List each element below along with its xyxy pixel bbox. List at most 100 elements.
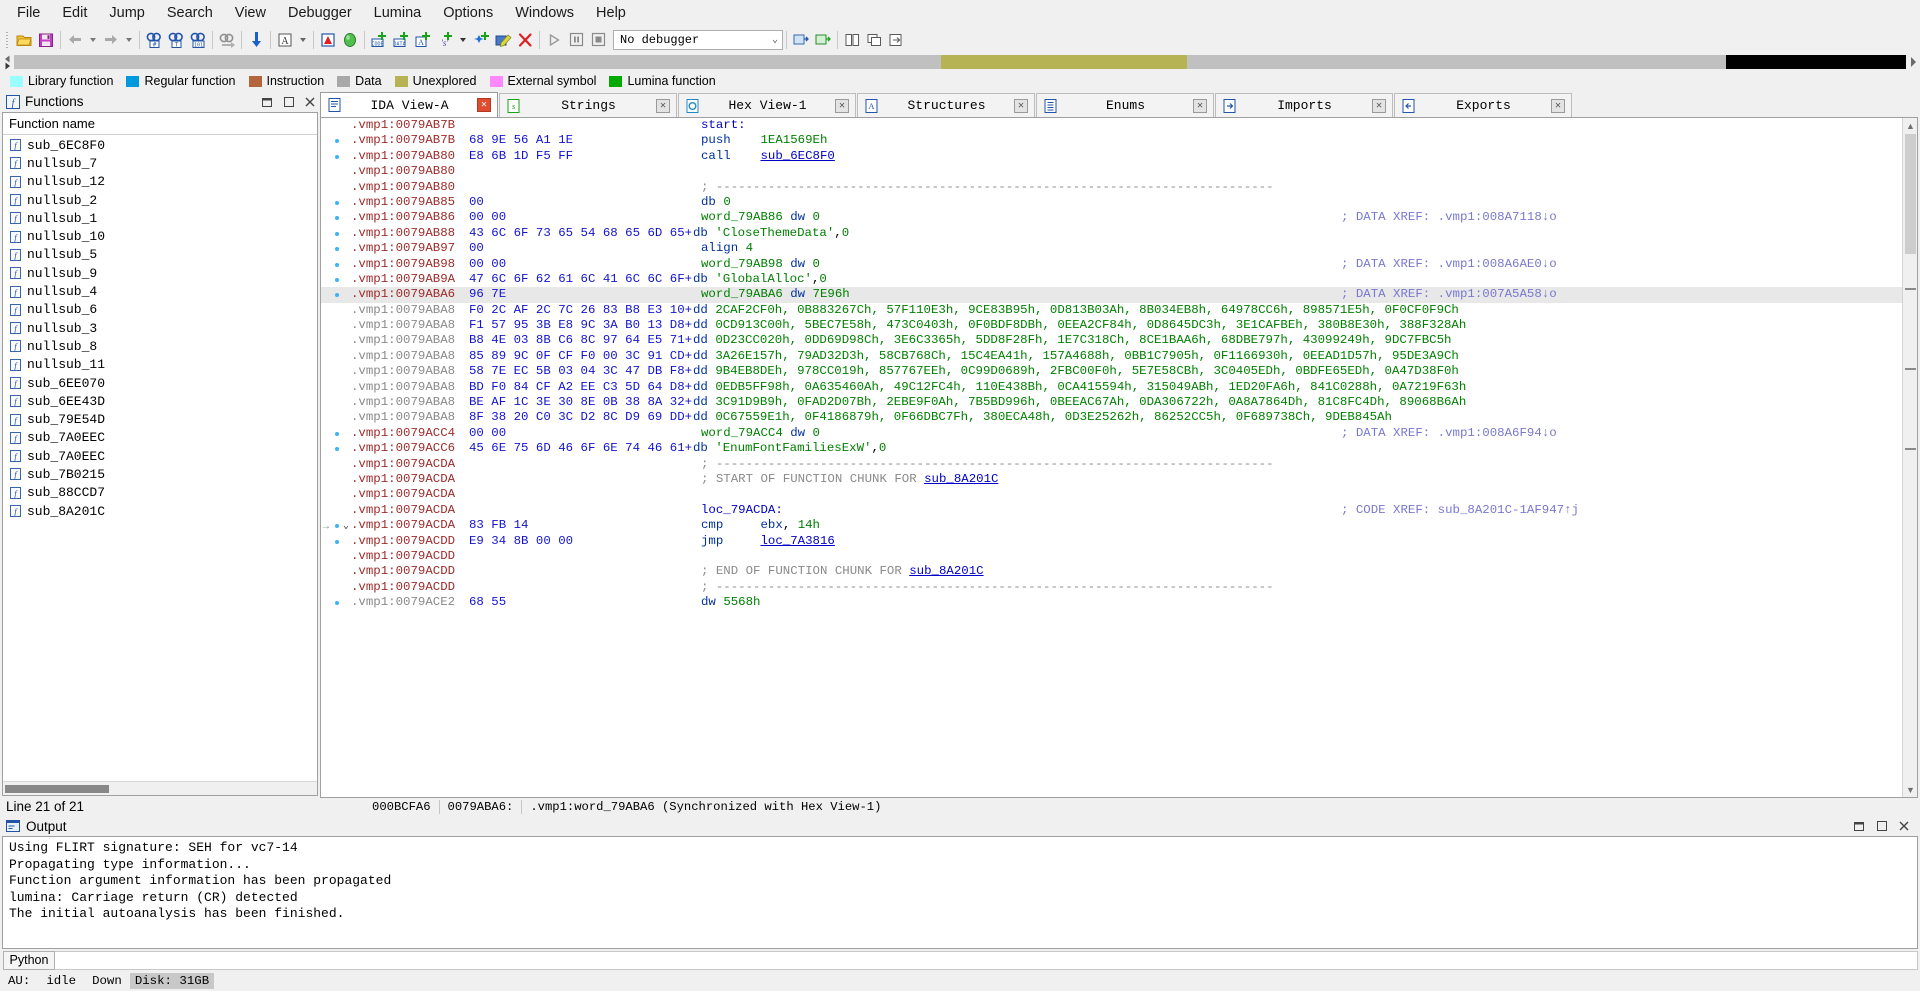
delete-icon[interactable] (514, 29, 536, 51)
tab-close-icon[interactable]: ✕ (835, 99, 849, 113)
warning-icon[interactable] (317, 29, 339, 51)
forward-arrow-icon[interactable] (100, 29, 122, 51)
tab-close-icon[interactable]: ✕ (1551, 99, 1565, 113)
tab-close-icon[interactable]: ✕ (1193, 99, 1207, 113)
disassembly-line[interactable]: .vmp1:0079ACDA (321, 487, 1902, 502)
disassembly-line[interactable]: .vmp1:0079ABA885 89 9C 0F CF F0 00 3C 91… (321, 349, 1902, 364)
tile-icon[interactable] (841, 29, 863, 51)
list-item[interactable]: fnullsub_10 (3, 227, 317, 245)
disassembly-line[interactable]: .vmp1:0079AB8500db 0 (321, 195, 1902, 210)
python-input[interactable] (55, 951, 1918, 970)
make-unknown-icon[interactable] (470, 29, 492, 51)
nav-scroll-right[interactable] (1906, 53, 1920, 71)
disassembly-line[interactable]: .vmp1:0079ABA8F1 57 95 3B E8 9C 3A B0 13… (321, 318, 1902, 333)
tab-strings[interactable]: sStrings✕ (499, 93, 677, 117)
tab-close-icon[interactable]: ✕ (477, 98, 491, 112)
toolbar-grip[interactable] (4, 30, 11, 50)
tab-exports[interactable]: Exports✕ (1394, 93, 1572, 117)
disassembly-line[interactable]: .vmp1:0079AB7B68 9E 56 A1 1Epush 1EA1569… (321, 133, 1902, 148)
back-arrow-icon[interactable] (64, 29, 86, 51)
disassembly-line[interactable]: .vmp1:0079AB8600 00word_79AB86 dw 0; DAT… (321, 210, 1902, 225)
make-ascii-icon[interactable]: A (412, 29, 434, 51)
disassembly-line[interactable]: .vmp1:0079ABA858 7E EC 5B 03 04 3C 47 DB… (321, 364, 1902, 379)
functions-column-header[interactable]: Function name (3, 113, 317, 135)
struct-dropdown-icon[interactable] (456, 29, 470, 51)
output-undock-button[interactable] (1852, 818, 1868, 834)
stop-icon[interactable] (587, 29, 609, 51)
ascii-dropdown-icon[interactable] (296, 29, 310, 51)
menu-edit[interactable]: Edit (51, 3, 98, 23)
functions-hscrollbar-thumb[interactable] (5, 785, 109, 793)
search-hash-icon[interactable]: # (143, 29, 165, 51)
disassembly-line[interactable]: .vmp1:0079AB80 (321, 164, 1902, 179)
list-item[interactable]: fnullsub_12 (3, 173, 317, 191)
next-window-icon[interactable] (885, 29, 907, 51)
disassembly-line[interactable]: .vmp1:0079ACDD; END OF FUNCTION CHUNK FO… (321, 564, 1902, 579)
tab-close-icon[interactable]: ✕ (1372, 99, 1386, 113)
tab-close-icon[interactable]: ✕ (1014, 99, 1028, 113)
run-icon[interactable] (543, 29, 565, 51)
menu-windows[interactable]: Windows (504, 3, 585, 23)
menu-file[interactable]: File (6, 3, 51, 23)
disassembly-line[interactable]: .vmp1:0079ACDD (321, 549, 1902, 564)
tab-ida-view-a[interactable]: IDA View-A✕ (320, 92, 498, 117)
green-circle-icon[interactable] (339, 29, 361, 51)
disassembly-line[interactable]: →⌄.vmp1:0079ACDA83 FB 14cmp ebx, 14h (321, 518, 1902, 533)
disassembly-line[interactable]: .vmp1:0079ABA88F 38 20 C0 3C D2 8C D9 69… (321, 410, 1902, 425)
scroll-up-icon[interactable]: ▲ (1903, 118, 1918, 133)
output-log[interactable]: Using FLIRT signature: SEH for vc7-14Pro… (2, 836, 1918, 949)
list-item[interactable]: fnullsub_11 (3, 356, 317, 374)
refresh-icon[interactable] (812, 29, 834, 51)
tab-enums[interactable]: Enums✕ (1036, 93, 1214, 117)
debugger-select[interactable]: No debugger ⌄ (613, 30, 783, 50)
disassembly-line[interactable]: .vmp1:0079AB9800 00word_79AB98 dw 0; DAT… (321, 257, 1902, 272)
list-item[interactable]: fsub_6EC8F0 (3, 136, 317, 154)
disassembly-line[interactable]: .vmp1:0079ACC400 00word_79ACC4 dw 0; DAT… (321, 426, 1902, 441)
disassembly-view[interactable]: .vmp1:0079AB7Bstart:.vmp1:0079AB7B68 9E … (321, 118, 1902, 797)
disassembly-line[interactable]: .vmp1:0079ACDA; ------------------------… (321, 457, 1902, 472)
disassembly-line[interactable]: .vmp1:0079ABA8BD F0 84 CF A2 EE C3 5D 64… (321, 380, 1902, 395)
list-item[interactable]: fsub_7A0EEC (3, 429, 317, 447)
menu-jump[interactable]: Jump (98, 3, 155, 23)
cascade-icon[interactable] (863, 29, 885, 51)
list-item[interactable]: fnullsub_6 (3, 301, 317, 319)
list-item[interactable]: fsub_6EE43D (3, 392, 317, 410)
disassembly-line[interactable]: .vmp1:0079AB80; ------------------------… (321, 180, 1902, 195)
disassembly-line[interactable]: .vmp1:0079ABA8BE AF 1C 3E 30 8E 0B 38 8A… (321, 395, 1902, 410)
output-close-icon[interactable] (1896, 818, 1912, 834)
disassembly-line[interactable]: .vmp1:0079ABA696 7Eword_79ABA6 dw 7E96h;… (321, 287, 1902, 302)
disassembly-line[interactable]: .vmp1:0079ACDDE9 34 8B 00 00jmp loc_7A38… (321, 534, 1902, 549)
python-prompt-button[interactable]: Python (3, 951, 55, 970)
tab-close-icon[interactable]: ✕ (656, 99, 670, 113)
output-maximize-button[interactable] (1874, 818, 1890, 834)
disassembly-vscrollbar[interactable]: ▲ ▼ (1902, 118, 1917, 797)
undock-button[interactable] (260, 94, 276, 110)
menu-search[interactable]: Search (156, 3, 224, 23)
search-text-icon[interactable]: T (165, 29, 187, 51)
menu-debugger[interactable]: Debugger (277, 3, 363, 23)
list-item[interactable]: fnullsub_4 (3, 282, 317, 300)
maximize-button[interactable] (281, 94, 297, 110)
make-code-icon[interactable]: CODE (368, 29, 390, 51)
menu-help[interactable]: Help (585, 3, 637, 23)
scroll-down-icon[interactable]: ▼ (1903, 782, 1918, 797)
disassembly-line[interactable]: .vmp1:0079AB80E8 6B 1D F5 FFcall sub_6EC… (321, 149, 1902, 164)
list-item[interactable]: fnullsub_5 (3, 246, 317, 264)
disassembly-line[interactable]: .vmp1:0079ABA8F0 2C AF 2C 7C 26 83 B8 E3… (321, 303, 1902, 318)
functions-hscrollbar[interactable] (3, 781, 317, 795)
back-dropdown-icon[interactable] (86, 29, 100, 51)
menu-view[interactable]: View (224, 3, 277, 23)
make-data-icon[interactable]: DATA (390, 29, 412, 51)
menu-lumina[interactable]: Lumina (363, 3, 433, 23)
list-item[interactable]: fsub_79E54D (3, 410, 317, 428)
tab-imports[interactable]: Imports✕ (1215, 93, 1393, 117)
list-item[interactable]: fnullsub_2 (3, 191, 317, 209)
functions-list[interactable]: fsub_6EC8F0fnullsub_7fnullsub_12fnullsub… (3, 135, 317, 781)
disassembly-line[interactable]: .vmp1:0079ACE268 55dw 5568h (321, 595, 1902, 610)
disassembly-line[interactable]: .vmp1:0079AB9700align 4 (321, 241, 1902, 256)
open-folder-icon[interactable] (13, 29, 35, 51)
jump-down-icon[interactable] (245, 29, 267, 51)
list-item[interactable]: fsub_6EE070 (3, 374, 317, 392)
list-item[interactable]: fnullsub_8 (3, 337, 317, 355)
ascii-icon[interactable]: A (274, 29, 296, 51)
